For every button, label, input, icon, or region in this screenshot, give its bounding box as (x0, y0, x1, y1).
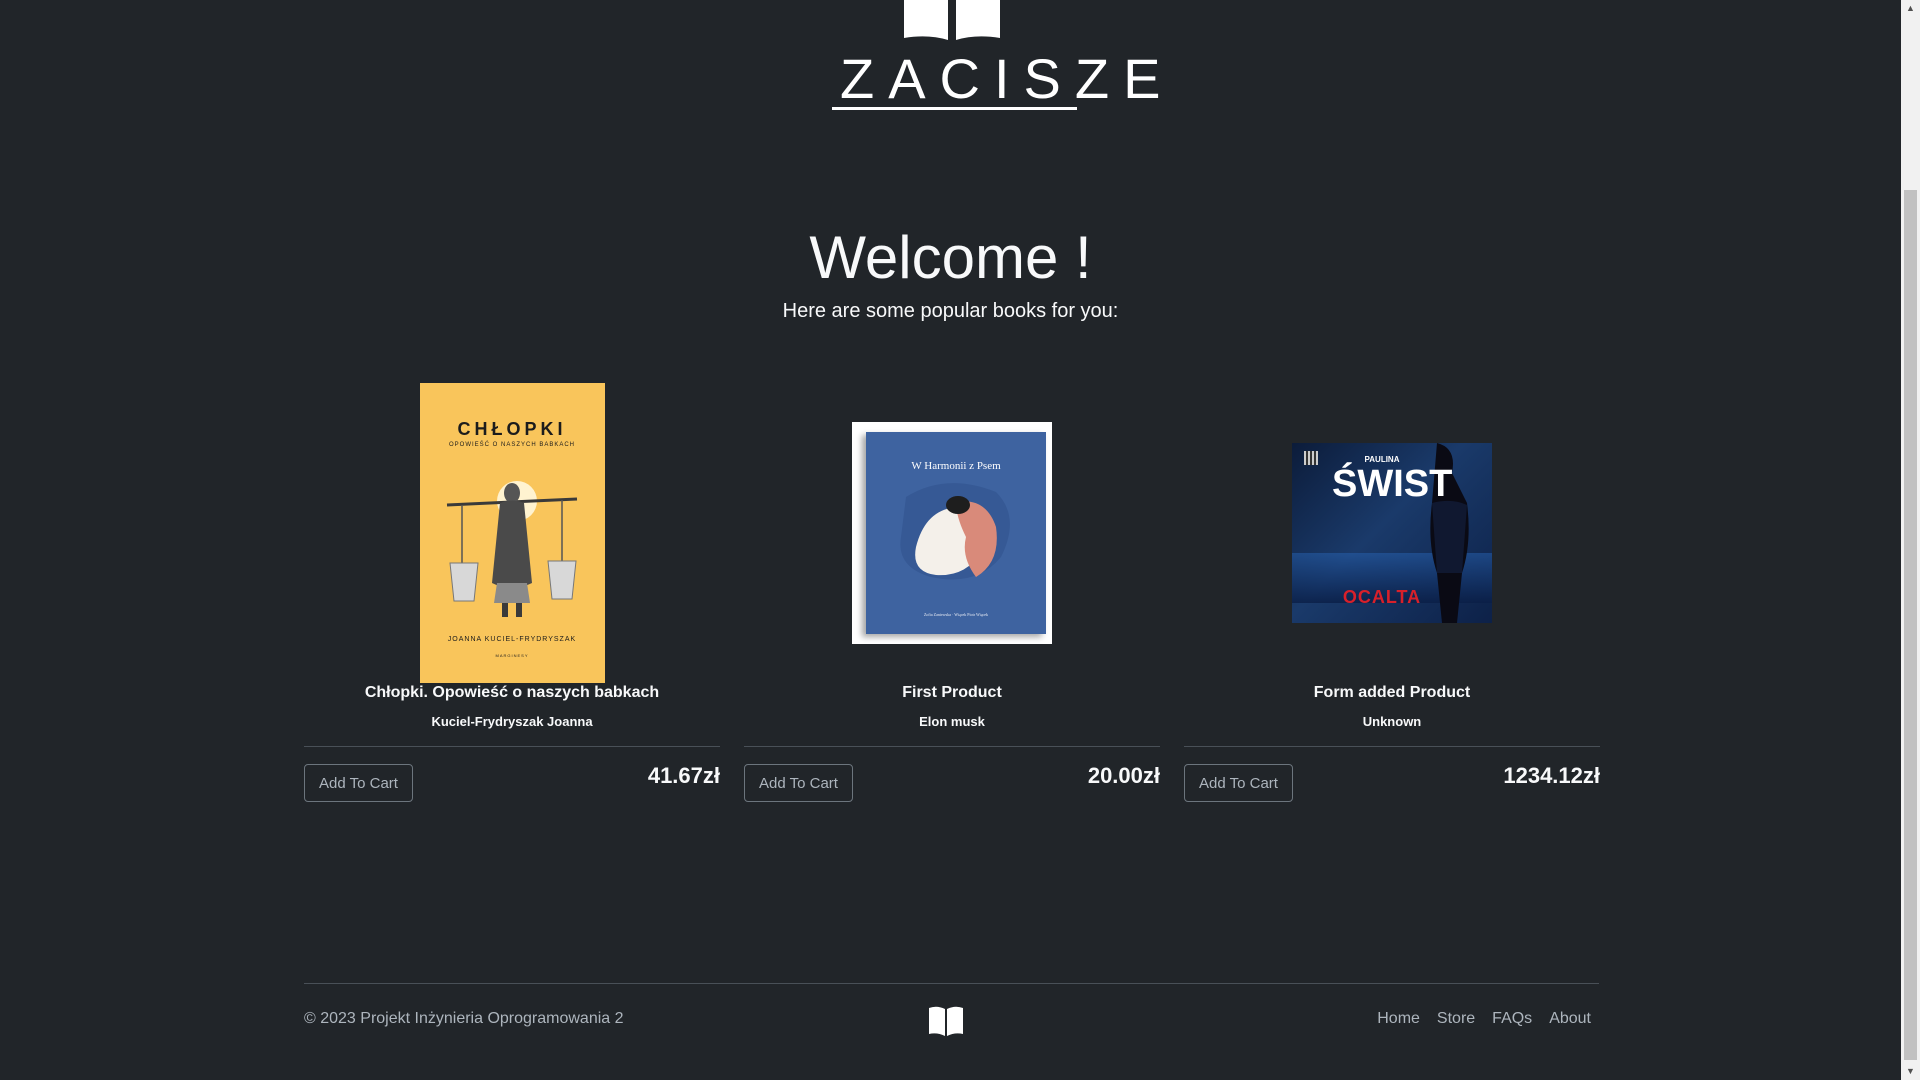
product-card: W Harmonii z Psem Zofia Zaniewska · Wiąc… (744, 383, 1160, 803)
brand-name: ZACISZE (840, 47, 1175, 110)
product-price: 1234.12zł (1503, 763, 1600, 788)
cover-title: CHŁOPKI (457, 419, 567, 439)
scroll-up-arrow-icon[interactable]: ▲ (1901, 0, 1920, 17)
add-to-cart-button[interactable]: Add To Cart (304, 764, 413, 802)
product-price: 20.00zł (1087, 763, 1160, 788)
product-price: 41.67zł (647, 763, 720, 788)
product-title[interactable]: First Product (744, 684, 1160, 702)
card-divider (304, 746, 720, 747)
product-author: Kuciel-Frydryszak Joanna (431, 714, 593, 729)
footer-link-home[interactable]: Home (1377, 1010, 1420, 1028)
page-subtitle: Here are some popular books for you: (782, 300, 1119, 322)
cover-authors: Zofia Zaniewska · Wiącek Piotr Wiącek (923, 612, 989, 617)
card-divider (744, 746, 1160, 747)
scrollbar-thumb[interactable] (1904, 190, 1917, 1060)
footer-link-about[interactable]: About (1549, 1010, 1591, 1028)
card-divider (1184, 746, 1600, 747)
cover-title: ŚWIST (1332, 463, 1453, 505)
footer-divider (304, 983, 1599, 984)
scroll-down-arrow-icon[interactable]: ▼ (1901, 1063, 1920, 1080)
book-cover-chlopki: CHŁOPKI OPOWIEŚĆ O NASZYCH BABKACH JOANN… (419, 383, 605, 683)
woman-embracing-dog-illustration (900, 483, 1010, 580)
product-image[interactable]: PAULINA ŚWIST OCALTA (1184, 383, 1600, 683)
cover-author: JOANNA KUCIEL-FRYDRYSZAK (447, 636, 577, 643)
page-title: Welcome ! (809, 224, 1092, 291)
add-to-cart-button[interactable]: Add To Cart (744, 764, 853, 802)
book-logo-icon (904, 0, 1000, 40)
product-title[interactable]: Form added Product (1184, 684, 1600, 702)
book-logo-icon[interactable] (928, 1005, 964, 1037)
add-to-cart-button[interactable]: Add To Cart (1184, 764, 1293, 802)
book-cover-swist: PAULINA ŚWIST OCALTA (1292, 443, 1492, 623)
footer-link-faqs[interactable]: FAQs (1492, 1010, 1532, 1028)
product-image[interactable]: W Harmonii z Psem Zofia Zaniewska · Wiąc… (744, 383, 1160, 683)
product-author: Unknown (1362, 714, 1422, 729)
footer-link-store[interactable]: Store (1437, 1010, 1475, 1028)
brand-underline (832, 107, 1077, 110)
product-author: Elon musk (919, 714, 985, 729)
product-card: CHŁOPKI OPOWIEŚĆ O NASZYCH BABKACH JOANN… (304, 383, 720, 803)
qr-code-icon (1304, 451, 1318, 465)
product-image[interactable]: CHŁOPKI OPOWIEŚĆ O NASZYCH BABKACH JOANN… (304, 383, 720, 683)
cover-subtitle: OPOWIEŚĆ O NASZYCH BABKACH (448, 442, 576, 448)
page: ZACISZE Welcome ! Here are some popular … (0, 0, 1901, 1080)
cover-title: W Harmonii z Psem (911, 460, 1001, 472)
product-card: PAULINA ŚWIST OCALTA Form added Product … (1184, 383, 1600, 803)
brand-logo[interactable]: ZACISZE (830, 0, 1175, 115)
product-title[interactable]: Chłopki. Opowieść o naszych babkach (304, 684, 720, 702)
vertical-scrollbar[interactable]: ▲ ▼ (1901, 0, 1920, 1080)
cover-subtitle: OCALTA (1342, 587, 1422, 607)
cover-publisher: MARGINESY (495, 653, 529, 658)
woman-with-buckets-illustration (446, 481, 577, 617)
footer-nav: Home Store FAQs About (1377, 1010, 1591, 1028)
book-cover-harmonia: W Harmonii z Psem Zofia Zaniewska · Wiąc… (852, 422, 1052, 644)
footer-copyright: © 2023 Projekt Inżynieria Oprogramowania… (304, 1010, 624, 1027)
